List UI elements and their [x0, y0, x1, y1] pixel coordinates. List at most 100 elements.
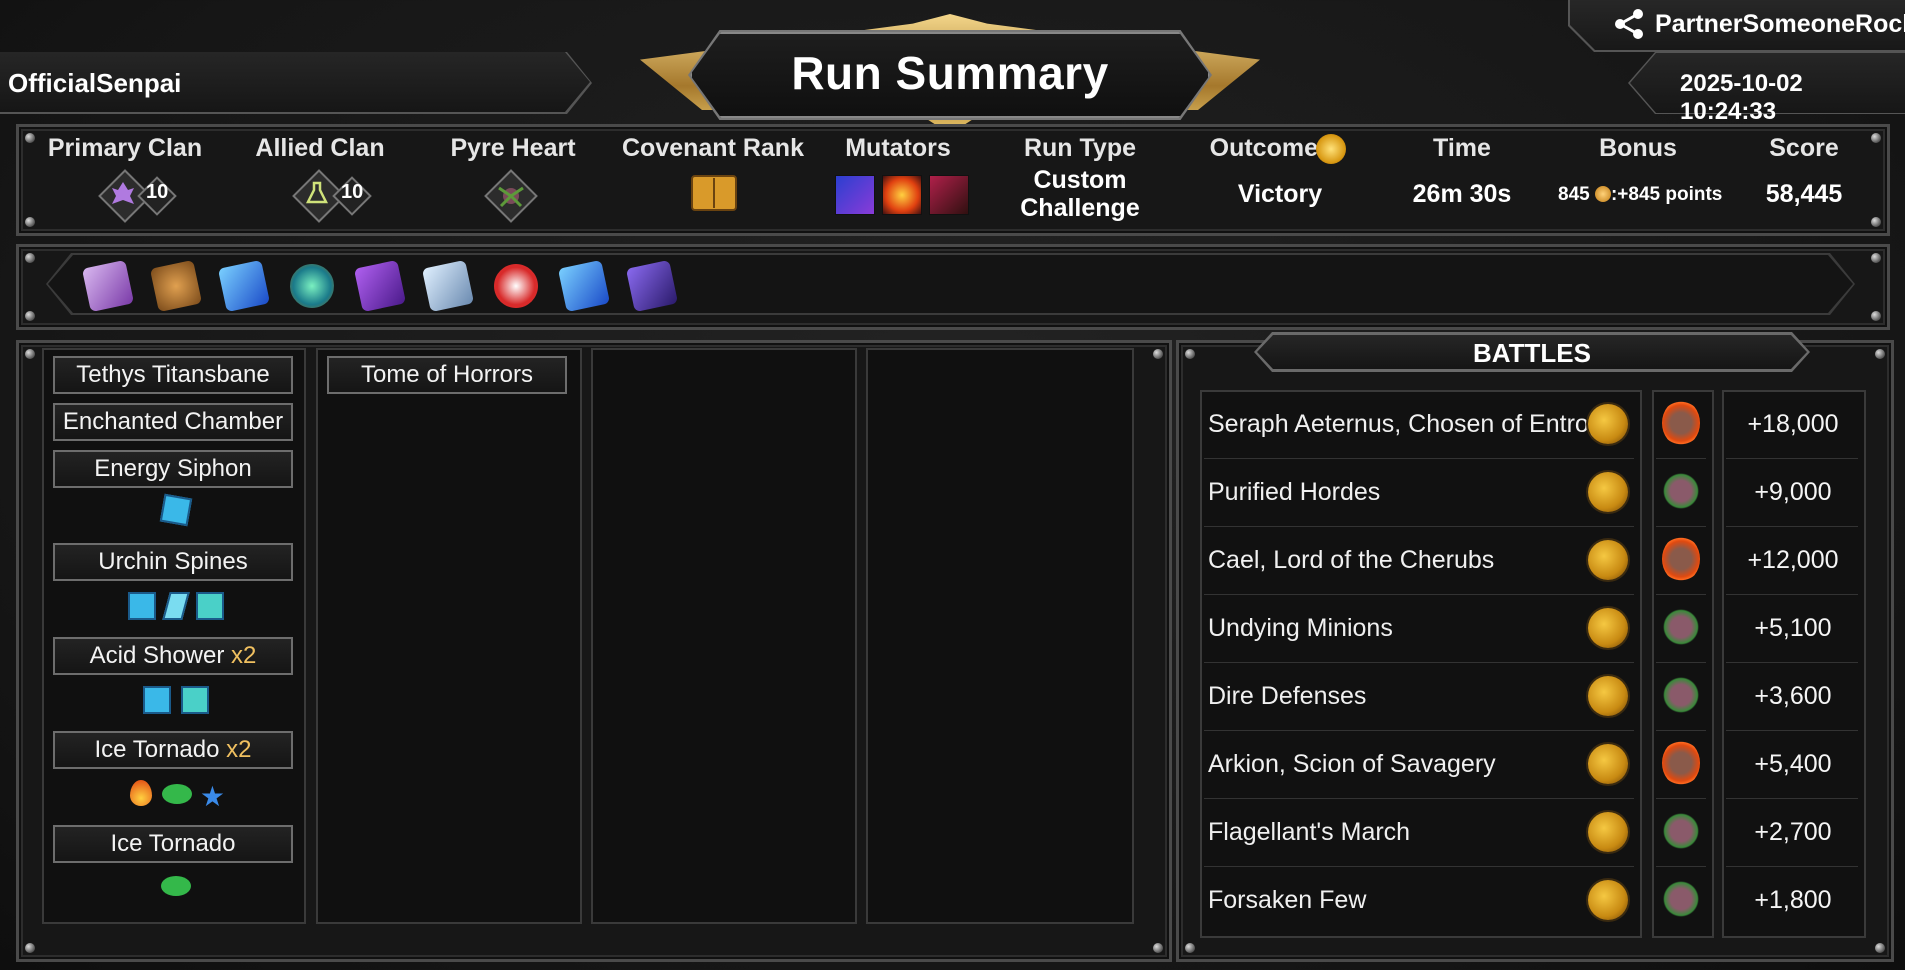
deck-card[interactable]: Acid Shower x2 — [53, 637, 293, 675]
battle-name: Forsaken Few — [1208, 886, 1367, 914]
mutator-icon-2[interactable] — [882, 175, 922, 215]
star-upgrade-icon[interactable]: ★ — [200, 783, 225, 811]
outcome-value: Victory — [1237, 180, 1323, 208]
ice-shards-icon[interactable] — [421, 259, 475, 313]
battles-name-column — [1200, 390, 1642, 938]
row-divider — [1726, 594, 1858, 595]
partner-name[interactable]: PartnerSomeoneRocky — [1655, 10, 1905, 39]
mutator-icon-3[interactable] — [929, 175, 969, 215]
battle-name: Dire Defenses — [1208, 682, 1367, 710]
acid-shower-upgrades — [56, 686, 296, 720]
bonus-coins: 845 — [1558, 184, 1590, 205]
battle-type-icon[interactable] — [1588, 404, 1628, 444]
tome-icon[interactable] — [81, 259, 135, 313]
mutator-icon-1[interactable] — [835, 175, 875, 215]
battle-score: +9,000 — [1754, 478, 1832, 506]
eye-upgrade-icon[interactable] — [161, 876, 191, 896]
share-icon[interactable] — [1612, 8, 1646, 40]
row-divider — [1726, 798, 1858, 799]
card-name: Tethys Titansbane — [76, 361, 270, 388]
pyre-heart-icon — [1662, 468, 1700, 514]
mutators-label: Mutators — [845, 134, 951, 162]
run-type-value-line1: Custom — [1033, 166, 1127, 194]
row-divider — [1726, 458, 1858, 459]
deck-card[interactable]: Ice Tornado — [53, 825, 293, 863]
deck-card[interactable]: Urchin Spines — [53, 543, 293, 581]
bonus-points: :+845 points — [1610, 184, 1723, 205]
net-icon[interactable] — [149, 259, 203, 313]
battle-score: +12,000 — [1747, 546, 1839, 574]
row-divider — [1726, 866, 1858, 867]
battle-name: Flagellant's March — [1208, 818, 1411, 846]
run-datetime: 2025-10-02 10:24:33 — [1680, 70, 1803, 125]
row-divider — [1656, 662, 1706, 663]
player-name: OfficialSenpai — [8, 68, 182, 98]
row-divider — [1204, 866, 1634, 867]
cards-upgrade-icon[interactable] — [196, 592, 225, 620]
pyre-heart-icon — [1662, 672, 1700, 718]
cube-upgrade-icon[interactable] — [127, 592, 156, 620]
card-name: Tome of Horrors — [360, 361, 534, 388]
page-title: Run Summary — [791, 47, 1109, 99]
victory-coin-icon — [1316, 134, 1346, 164]
run-type-value: Custom Challenge — [1010, 166, 1150, 222]
pyre-heart-icon — [1662, 876, 1700, 922]
card-name: Energy Siphon — [94, 455, 252, 482]
card-upgrade-icon[interactable] — [162, 592, 190, 620]
covenant-book-icon[interactable] — [690, 172, 738, 214]
urchin-spines-upgrades — [56, 592, 296, 626]
battle-type-icon[interactable] — [1588, 812, 1628, 852]
coin-icon — [1594, 186, 1611, 202]
boss-pyre-heart-icon — [1662, 400, 1700, 446]
row-divider — [1656, 730, 1706, 731]
battle-type-icon[interactable] — [1588, 540, 1628, 580]
purple-gem-icon[interactable] — [625, 259, 679, 313]
battle-type-icon[interactable] — [1588, 676, 1628, 716]
battle-score: +18,000 — [1747, 410, 1839, 438]
row-divider — [1204, 594, 1634, 595]
cards-upgrade-icon[interactable] — [181, 686, 210, 714]
row-divider — [1726, 730, 1858, 731]
card-name: Enchanted Chamber — [62, 408, 284, 435]
deck-card[interactable]: Energy Siphon — [53, 450, 293, 488]
battle-name: Cael, Lord of the Cherubs — [1208, 546, 1495, 574]
row-divider — [1204, 458, 1634, 459]
pyre-heart-icon — [1662, 604, 1700, 650]
cube-upgrade-icon[interactable] — [142, 686, 171, 714]
cube-upgrade-icon[interactable] — [159, 493, 193, 527]
battle-type-icon[interactable] — [1588, 880, 1628, 920]
battles-score-column — [1722, 390, 1866, 938]
battles-title: BATTLES — [1473, 338, 1591, 368]
eye-upgrade-icon[interactable] — [162, 784, 193, 804]
deck-card[interactable]: Enchanted Chamber — [53, 403, 293, 441]
deck-column-4 — [866, 348, 1134, 924]
purple-rune-icon[interactable] — [353, 259, 407, 313]
row-divider — [1656, 866, 1706, 867]
battle-name: Purified Hordes — [1208, 478, 1381, 506]
blue-crystal-icon[interactable] — [217, 259, 271, 313]
card-name: Ice Tornado — [110, 830, 236, 857]
bonus-label: Bonus — [1599, 134, 1677, 162]
row-divider — [1656, 458, 1706, 459]
battle-name: Seraph Aeternus, Chosen of Entropy — [1208, 410, 1616, 438]
blue-crystal-icon[interactable] — [557, 259, 611, 313]
flask-icon — [305, 181, 329, 204]
battle-type-icon[interactable] — [1588, 744, 1628, 784]
row-divider — [1726, 526, 1858, 527]
battle-type-icon[interactable] — [1588, 608, 1628, 648]
battle-type-icon[interactable] — [1588, 472, 1628, 512]
battle-score: +5,100 — [1754, 614, 1832, 642]
deck-card[interactable]: Tome of Horrors — [327, 356, 567, 394]
allied-clan-label: Allied Clan — [255, 134, 385, 162]
deck-card[interactable]: Ice Tornado x2 — [53, 731, 293, 769]
row-divider — [1656, 526, 1706, 527]
boss-pyre-heart-icon — [1662, 536, 1700, 582]
row-divider — [1204, 662, 1634, 663]
deck-card[interactable]: Tethys Titansbane — [53, 356, 293, 394]
fire-upgrade-icon[interactable] — [129, 780, 152, 806]
card-multiplier: x2 — [226, 736, 252, 763]
allied-clan-level: 10 — [341, 181, 364, 203]
row-divider — [1656, 798, 1706, 799]
row-divider — [1204, 526, 1634, 527]
row-divider — [1726, 662, 1858, 663]
